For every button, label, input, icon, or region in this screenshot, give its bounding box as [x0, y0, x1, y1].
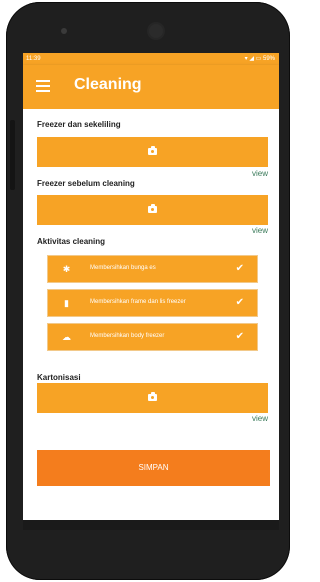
camera-icon — [148, 204, 157, 213]
cloud-icon: ☁ — [62, 332, 71, 342]
check-icon: ✔ — [235, 263, 244, 274]
section-title-activities: Aktivitas cleaning — [37, 237, 106, 246]
main-content: Freezer dan sekeliling view Freezer sebe… — [23, 109, 279, 520]
spray-icon: ▮ — [64, 298, 69, 308]
section-title-freezer-before: Freezer sebelum cleaning — [37, 179, 135, 188]
sensor-dot — [61, 28, 67, 34]
screen: 11:39 ▾ ◢ ▭ 59% Cleaning Freezer dan sek… — [23, 53, 279, 520]
battery-level: 59% — [262, 56, 275, 62]
check-icon: ✔ — [235, 297, 244, 308]
bottom-bezel — [23, 520, 279, 530]
view-link-cartonization[interactable]: view — [252, 414, 268, 423]
battery-icon: ▭ — [255, 56, 262, 62]
status-icons: ▾ ◢ ▭ 59% — [245, 53, 275, 65]
view-link-freezer-surroundings[interactable]: view — [252, 169, 268, 178]
photo-button-freezer-before[interactable] — [37, 195, 268, 225]
wifi-icon: ▾ — [244, 56, 248, 62]
page-title: Cleaning — [74, 76, 142, 93]
snowflake-icon: ✱ — [62, 264, 71, 274]
camera-icon — [148, 146, 157, 155]
app-bar: Cleaning — [23, 65, 279, 109]
side-button — [10, 120, 15, 190]
check-icon: ✔ — [235, 331, 244, 342]
section-title-freezer-surroundings: Freezer dan sekeliling — [37, 120, 121, 129]
activity-label: Membersihkan bunga es — [90, 265, 156, 271]
camera-icon — [148, 392, 157, 401]
hamburger-menu-icon[interactable] — [36, 80, 50, 92]
front-camera — [149, 24, 163, 38]
photo-button-freezer-surroundings[interactable] — [37, 137, 268, 167]
photo-button-cartonization[interactable] — [37, 383, 268, 413]
activity-item-frame[interactable]: ▮ Membersihkan frame dan lis freezer ✔ — [47, 289, 258, 317]
status-bar: 11:39 ▾ ◢ ▭ 59% — [23, 53, 279, 65]
view-link-freezer-before[interactable]: view — [252, 226, 268, 235]
activity-label: Membersihkan body freezer — [90, 333, 165, 339]
activity-label: Membersihkan frame dan lis freezer — [90, 299, 186, 305]
save-button[interactable]: SIMPAN — [37, 450, 270, 486]
signal-icon: ◢ — [249, 56, 254, 62]
status-time: 11:39 — [26, 56, 41, 62]
activity-item-body[interactable]: ☁ Membersihkan body freezer ✔ — [47, 323, 258, 351]
section-title-cartonization: Kartonisasi — [37, 373, 81, 382]
activity-item-ice[interactable]: ✱ Membersihkan bunga es ✔ — [47, 255, 258, 283]
